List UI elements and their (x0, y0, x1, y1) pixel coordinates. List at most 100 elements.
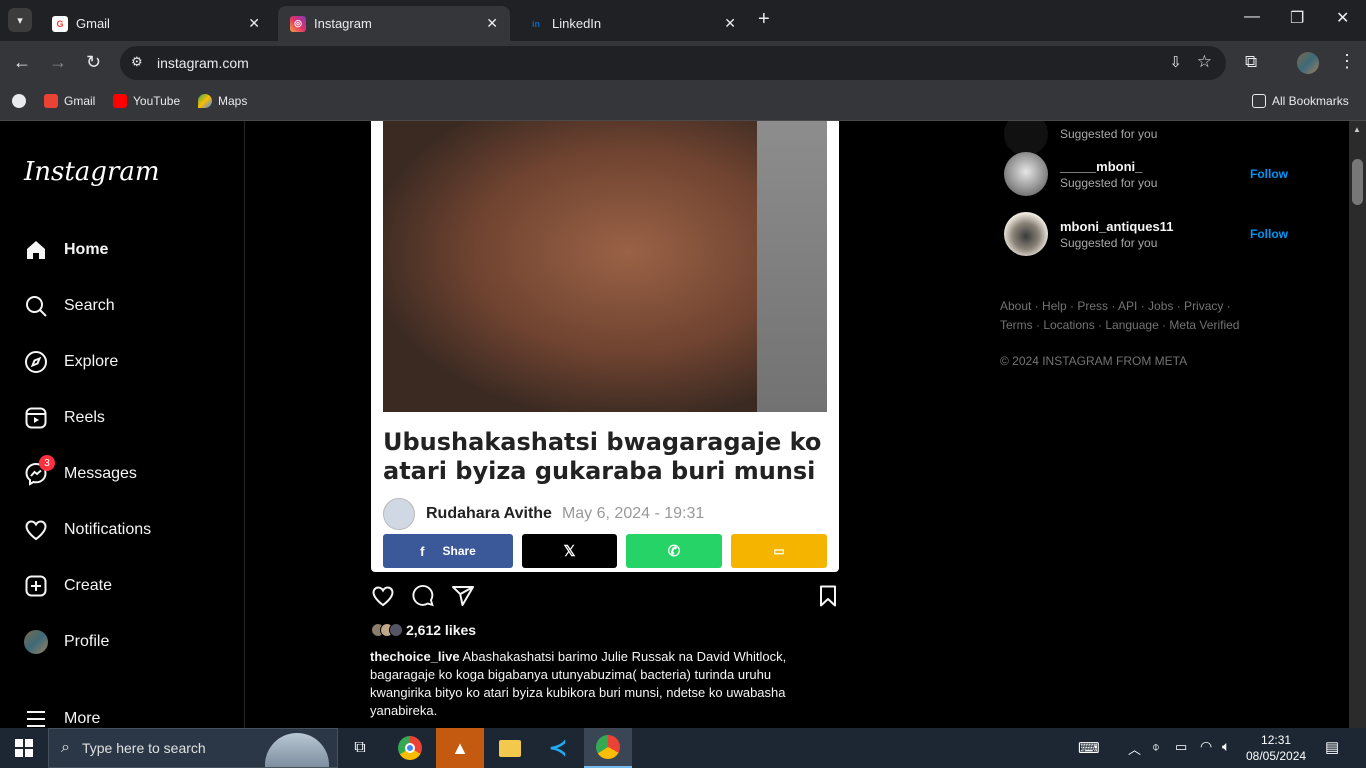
extensions-icon[interactable]: ⧉ (1245, 52, 1257, 72)
task-view-icon: ⧉ (354, 739, 366, 756)
forward-button[interactable]: → (49, 52, 67, 73)
tab-title: LinkedIn (552, 16, 602, 31)
taskbar-search-box[interactable]: ⌕ Type here to search (48, 728, 338, 768)
nav-search[interactable]: Search (24, 290, 115, 322)
nav-more[interactable]: More (24, 703, 100, 728)
show-hidden-icons-chevron-icon[interactable]: ︿ (1128, 739, 1141, 758)
nav-home[interactable]: Home (24, 234, 108, 266)
tab-gmail[interactable]: G Gmail ✕ (40, 6, 272, 41)
suggestion-avatar[interactable] (1004, 152, 1048, 196)
post-media[interactable]: Ubushakashatsi bwagaragaje ko atari byiz… (371, 121, 839, 572)
new-tab-button[interactable]: + (758, 8, 770, 31)
instagram-logo[interactable]: Instagram (24, 157, 160, 187)
follow-button[interactable]: Follow (1250, 167, 1288, 181)
close-window-button[interactable]: ✕ (1336, 8, 1349, 28)
caption-username[interactable]: thechoice_live (370, 649, 460, 664)
scrollbar-thumb[interactable] (1352, 159, 1363, 205)
x-share-button[interactable]: 𝕏 (522, 534, 617, 568)
share-label: Share (442, 544, 476, 558)
task-view-button[interactable]: ⧉ (336, 728, 384, 768)
nav-messages[interactable]: 3 Messages (24, 455, 137, 490)
plus-square-icon (24, 574, 48, 598)
page-scrollbar[interactable]: ▲ (1349, 121, 1366, 728)
suggestion-username[interactable]: _____mboni_ (1060, 159, 1250, 174)
minimize-button[interactable]: — (1244, 8, 1260, 26)
bookmark-gmail[interactable]: Gmail (44, 94, 95, 108)
folder-icon (1252, 94, 1266, 108)
suggestion-avatar[interactable] (1004, 212, 1048, 256)
nav-label: More (64, 710, 101, 727)
youtube-icon (113, 94, 127, 108)
facebook-share-button[interactable]: f Share (383, 534, 513, 568)
nav-reels[interactable]: Reels (24, 402, 105, 434)
tab-linkedin[interactable]: in LinkedIn ✕ (516, 6, 748, 41)
bookmark-star-icon[interactable]: ☆ (1197, 52, 1212, 72)
suggestion-avatar[interactable] (1004, 121, 1048, 156)
likes-row[interactable]: 2,612 likes (371, 622, 476, 638)
gmail-icon (44, 94, 58, 108)
windows-start-button[interactable] (0, 728, 48, 768)
nav-notifications[interactable]: Notifications (24, 514, 151, 546)
keyboard-icon[interactable]: ⌨ (1078, 739, 1100, 757)
system-clock[interactable]: 12:31 08/05/2024 (1246, 732, 1306, 764)
chrome-taskbar-button[interactable] (386, 728, 434, 768)
all-bookmarks-button[interactable]: All Bookmarks (1252, 94, 1349, 108)
notification-center-icon[interactable]: ▤ (1325, 738, 1339, 756)
reload-button[interactable]: ↻ (86, 52, 101, 73)
close-tab-icon[interactable]: ✕ (486, 15, 498, 32)
profile-avatar[interactable] (1297, 52, 1319, 74)
nav-explore[interactable]: Explore (24, 346, 118, 378)
nav-create[interactable]: Create (24, 570, 112, 602)
follow-button[interactable]: Follow (1250, 227, 1288, 241)
suggestion-partial: Suggested for you (1004, 121, 1288, 156)
restore-button[interactable]: ❐ (1290, 8, 1304, 28)
globe-icon[interactable] (12, 94, 32, 108)
whatsapp-icon: ✆ (667, 543, 681, 560)
close-tab-icon[interactable]: ✕ (248, 15, 260, 32)
left-sidebar: Instagram Home Search Explore Reels 3 Me… (0, 121, 245, 728)
compass-icon (24, 350, 48, 374)
maps-icon (198, 94, 212, 108)
scroll-up-icon[interactable]: ▲ (1353, 125, 1361, 134)
copyright: © 2024 INSTAGRAM FROM META (1000, 354, 1188, 368)
vlc-taskbar-button[interactable]: ▲ (436, 728, 484, 768)
meet-now-icon[interactable]: ⌽ (1152, 739, 1160, 755)
browser-menu-icon[interactable]: ⋮ (1338, 51, 1356, 72)
nav-profile[interactable]: Profile (24, 626, 109, 658)
share-send-icon[interactable] (451, 584, 475, 613)
save-bookmark-icon[interactable] (816, 584, 840, 613)
windows-taskbar: ⌕ Type here to search ⧉ ▲ ≺ ⌨ ︿ ⌽ ▭ ◠ 🔈︎… (0, 728, 1366, 768)
search-placeholder: Type here to search (81, 740, 206, 756)
file-explorer-button[interactable] (486, 728, 534, 768)
install-app-icon[interactable]: ⇩ (1169, 53, 1182, 71)
nav-label: Reels (64, 409, 105, 426)
instagram-page: Instagram Home Search Explore Reels 3 Me… (0, 121, 1366, 728)
tab-instagram[interactable]: ◎ Instagram ✕ (278, 6, 510, 41)
nav-label: Create (64, 577, 113, 594)
post-actions (371, 584, 839, 612)
sms-share-button[interactable]: ▭ (731, 534, 827, 568)
bookmark-maps[interactable]: Maps (198, 94, 247, 108)
tab-search-button[interactable]: ▾ (8, 8, 32, 32)
volume-icon[interactable]: 🔈︎ (1222, 738, 1230, 755)
bookmark-youtube[interactable]: YouTube (113, 94, 180, 108)
footer-links[interactable]: About · Help · Press · API · Jobs · Priv… (1000, 297, 1260, 335)
folder-icon (499, 739, 521, 757)
browser-toolbar: ← → ↻ ⚙ instagram.com ⇩ ☆ ⧉ ⋮ (0, 41, 1366, 85)
wifi-icon[interactable]: ◠ (1200, 738, 1212, 755)
vscode-taskbar-button[interactable]: ≺ (534, 728, 582, 768)
bookmarks-bar: Gmail YouTube Maps All Bookmarks (0, 85, 1366, 121)
close-tab-icon[interactable]: ✕ (724, 15, 736, 32)
heart-icon (24, 518, 48, 542)
facebook-icon: f (420, 543, 425, 559)
whatsapp-share-button[interactable]: ✆ (626, 534, 722, 568)
battery-icon[interactable]: ▭ (1175, 739, 1187, 755)
address-bar[interactable]: ⚙ instagram.com ⇩ ☆ (120, 46, 1226, 80)
suggestion-username[interactable]: mboni_antiques11 (1060, 219, 1250, 234)
back-button[interactable]: ← (13, 52, 31, 73)
like-heart-icon[interactable] (371, 584, 395, 613)
suggestion-sub: Suggested for you (1060, 175, 1158, 190)
comment-icon[interactable] (411, 584, 435, 613)
chrome-profile-taskbar-button[interactable] (584, 728, 632, 768)
site-info-icon[interactable]: ⚙ (131, 54, 149, 72)
